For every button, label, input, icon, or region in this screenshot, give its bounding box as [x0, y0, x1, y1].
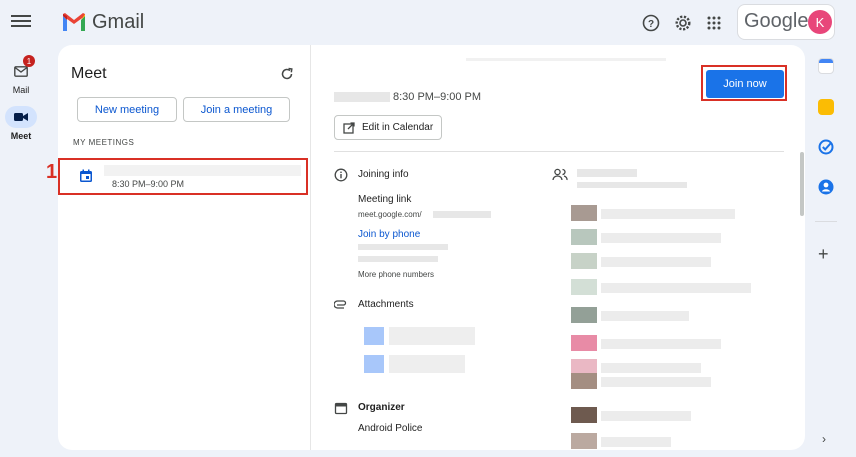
redacted-meeting-code [433, 211, 491, 218]
guest-avatar[interactable] [571, 229, 597, 245]
redacted-phone-number [358, 244, 448, 250]
redacted-pin [358, 256, 438, 262]
attachments-heading: Attachments [358, 299, 414, 310]
meeting-link-heading: Meeting link [358, 194, 412, 205]
guest-summary-redacted [577, 182, 687, 188]
guests-people-icon [552, 168, 568, 181]
meeting-detail-time: 8:30 PM–9:00 PM [393, 91, 482, 103]
guest-name-redacted[interactable] [601, 233, 721, 243]
meeting-list-item[interactable]: 8:30 PM–9:00 PM [58, 158, 308, 195]
guest-name-redacted[interactable] [601, 209, 735, 219]
google-wordmark: Google [744, 10, 809, 32]
calendar-event-icon [80, 169, 92, 182]
joining-info-heading: Joining info [358, 169, 409, 180]
nav-meet[interactable]: Meet [0, 106, 42, 141]
brand-name: Gmail [92, 11, 145, 33]
my-meetings-heading: MY MEETINGS [73, 138, 135, 147]
edit-in-calendar-label: Edit in Calendar [362, 122, 434, 133]
join-a-meeting-button[interactable]: Join a meeting [183, 97, 290, 122]
attachment-thumbnail[interactable] [364, 327, 384, 345]
video-camera-icon [5, 106, 37, 128]
open-external-icon [343, 121, 355, 134]
join-now-button[interactable]: Join now [706, 70, 784, 98]
nav-mail-label: Mail [12, 85, 30, 95]
scrollbar[interactable] [800, 152, 804, 216]
guest-name-redacted[interactable] [601, 339, 721, 349]
attachment-paperclip-icon [334, 300, 347, 309]
account-switcher[interactable]: Google K [737, 4, 835, 40]
guest-name-redacted[interactable] [601, 311, 689, 321]
calendar-icon [334, 402, 348, 415]
nav-meet-label: Meet [10, 131, 32, 141]
main-menu-icon[interactable] [11, 12, 31, 32]
mail-unread-badge: 1 [23, 55, 35, 67]
guest-avatar[interactable] [571, 335, 597, 351]
svg-text:?: ? [648, 19, 654, 30]
contacts-app-icon[interactable] [818, 179, 834, 195]
guest-avatar[interactable] [571, 279, 597, 295]
divider [334, 151, 784, 152]
attachment-name-redacted[interactable] [389, 355, 465, 373]
meeting-details-panel: 8:30 PM–9:00 PM Join now Edit in Calenda… [310, 45, 805, 450]
more-phone-numbers-link[interactable]: More phone numbers [358, 270, 434, 279]
guest-avatar[interactable] [571, 307, 597, 323]
help-icon[interactable]: ? [641, 13, 661, 33]
meet-panel-title: Meet [71, 65, 107, 82]
organizer-name: Android Police [358, 423, 423, 434]
guest-name-redacted[interactable] [601, 411, 691, 421]
nav-mail[interactable]: 1 Mail [0, 55, 42, 95]
guest-count-redacted [577, 169, 637, 177]
mail-icon: 1 [5, 55, 37, 82]
guest-avatar[interactable] [571, 253, 597, 269]
guest-name-redacted[interactable] [601, 283, 751, 293]
meeting-link-url[interactable]: meet.google.com/ [358, 210, 422, 219]
info-icon [334, 168, 348, 182]
join-now-highlight: Join now [701, 65, 787, 101]
guest-avatar[interactable] [571, 373, 597, 389]
show-side-panel-chevron-icon[interactable]: › [822, 432, 826, 446]
settings-gear-icon[interactable] [673, 13, 693, 33]
get-addons-plus-icon[interactable]: + [818, 244, 829, 265]
redacted-date [334, 92, 390, 102]
refresh-icon[interactable] [280, 67, 294, 81]
guest-name-redacted[interactable] [601, 363, 701, 373]
guest-name-redacted[interactable] [601, 257, 711, 267]
guest-name-redacted[interactable] [601, 437, 671, 447]
guest-name-redacted[interactable] [601, 377, 711, 387]
meet-panel: Meet New meeting Join a meeting MY MEETI… [58, 45, 310, 450]
calendar-app-icon[interactable] [818, 58, 834, 74]
redacted-text [466, 58, 666, 61]
account-avatar[interactable]: K [808, 10, 832, 34]
gmail-logo-icon[interactable] [62, 12, 86, 32]
top-bar: Gmail ? Google K [0, 0, 856, 45]
organizer-heading: Organizer [358, 402, 405, 413]
rail-divider [815, 221, 837, 222]
attachment-thumbnail[interactable] [364, 355, 384, 373]
meeting-time: 8:30 PM–9:00 PM [112, 179, 185, 189]
guest-avatar[interactable] [571, 205, 597, 221]
edit-in-calendar-button[interactable]: Edit in Calendar [334, 115, 442, 140]
new-meeting-button[interactable]: New meeting [77, 97, 177, 122]
join-by-phone-link[interactable]: Join by phone [358, 229, 420, 240]
guest-avatar[interactable] [571, 407, 597, 423]
meeting-title-redacted [104, 165, 301, 176]
guest-avatar[interactable] [571, 433, 597, 449]
step-1-annotation: 1 [46, 161, 58, 183]
attachment-name-redacted[interactable] [389, 327, 475, 345]
apps-grid-icon[interactable] [704, 13, 724, 33]
tasks-app-icon[interactable] [818, 139, 834, 155]
keep-app-icon[interactable] [818, 99, 834, 115]
